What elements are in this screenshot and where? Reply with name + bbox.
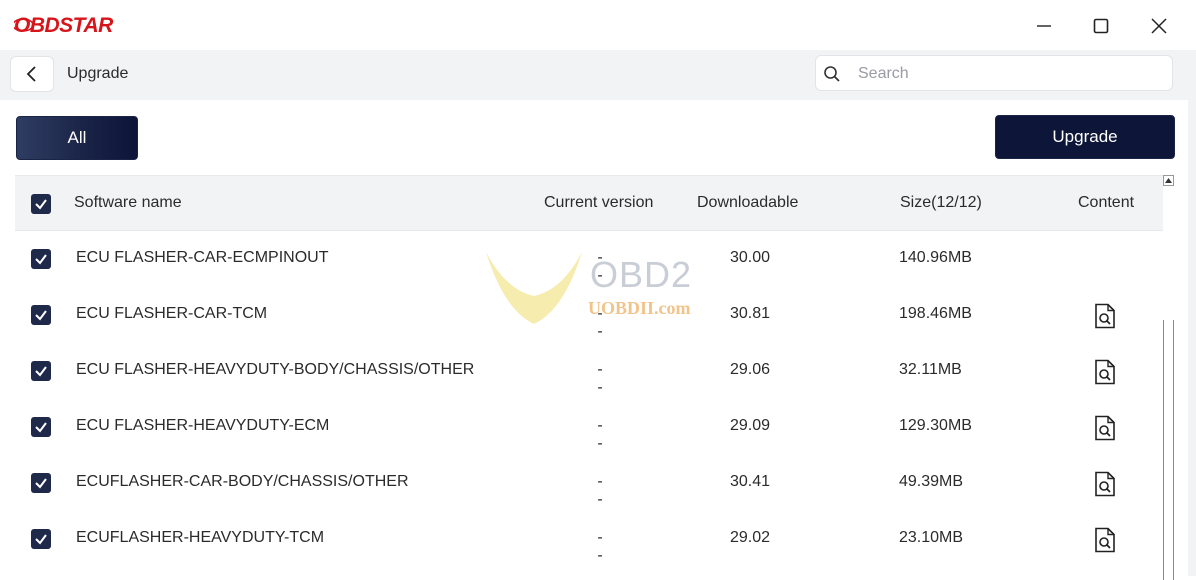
header-software-name: Software name	[74, 194, 182, 211]
current-version: --	[597, 473, 603, 508]
content-button[interactable]	[1094, 527, 1116, 553]
downloadable-version: 30.41	[730, 473, 771, 490]
search-input[interactable]	[856, 62, 1160, 86]
document-search-icon	[1095, 471, 1115, 497]
check-icon	[35, 310, 47, 321]
software-name: ECUFLASHER-HEAVYDUTY-TCM	[76, 529, 325, 546]
chevron-left-icon	[26, 66, 36, 82]
select-all-checkbox[interactable]	[31, 194, 51, 214]
minimize-icon	[1037, 25, 1051, 27]
nav-bar: Upgrade	[0, 50, 1196, 100]
downloadable-version: 29.02	[730, 529, 771, 546]
check-icon	[35, 478, 47, 489]
current-version: --	[597, 305, 603, 340]
content-button[interactable]	[1094, 471, 1116, 497]
all-button[interactable]: All	[16, 116, 138, 160]
software-table: Software name Current version Downloadab…	[15, 175, 1163, 576]
scroll-up-button[interactable]	[1163, 175, 1174, 186]
row-checkbox[interactable]	[31, 529, 51, 549]
maximize-icon	[1093, 18, 1109, 34]
search-icon	[824, 66, 840, 82]
software-name: ECU FLASHER-HEAVYDUTY-BODY/CHASSIS/OTHER	[76, 361, 475, 378]
document-search-icon	[1095, 303, 1115, 329]
row-checkbox[interactable]	[31, 249, 51, 269]
maximize-button[interactable]	[1083, 10, 1119, 42]
table-row[interactable]: ECU FLASHER-CAR-TCM -- 30.81 198.46MB	[15, 287, 1163, 343]
row-checkbox[interactable]	[31, 473, 51, 493]
downloadable-version: 29.06	[730, 361, 771, 378]
table-row[interactable]: ECU FLASHER-HEAVYDUTY-BODY/CHASSIS/OTHER…	[15, 343, 1163, 399]
current-version: --	[597, 249, 603, 284]
downloadable-version: 30.81	[730, 305, 771, 322]
header-size: Size(12/12)	[900, 194, 982, 211]
software-name: ECU FLASHER-CAR-TCM	[76, 305, 268, 322]
svg-text:OBDSTAR: OBDSTAR	[14, 14, 114, 36]
file-size: 198.46MB	[899, 305, 972, 322]
table-row[interactable]: ECU FLASHER-HEAVYDUTY-ECM -- 29.09 129.30MB	[15, 399, 1163, 455]
table-header: Software name Current version Downloadab…	[15, 175, 1163, 231]
table-row[interactable]: ECUFLASHER-HEAVYDUTY-TCM -- 29.02 23.10MB	[15, 511, 1163, 567]
table-row[interactable]: ECUFLASHER-CAR-BODY/CHASSIS/OTHER -- 30.41…	[15, 455, 1163, 511]
obdstar-logo: OBDSTAR	[12, 14, 115, 37]
page-title: Upgrade	[67, 65, 129, 82]
right-edge	[1188, 100, 1196, 576]
check-icon	[35, 254, 47, 265]
header-current-version: Current version	[544, 194, 654, 211]
file-size: 49.39MB	[899, 473, 964, 490]
table-scrollbar[interactable]	[1163, 175, 1175, 580]
current-version: --	[597, 417, 603, 452]
downloadable-version: 29.09	[730, 417, 771, 434]
scroll-thumb[interactable]	[1163, 320, 1174, 580]
file-size: 129.30MB	[899, 417, 972, 434]
software-name: ECU FLASHER-CAR-ECMPINOUT	[76, 249, 329, 266]
minimize-button[interactable]	[1026, 10, 1062, 42]
content-button[interactable]	[1094, 415, 1116, 441]
header-downloadable: Downloadable	[697, 194, 799, 211]
check-icon	[35, 422, 47, 433]
row-checkbox[interactable]	[31, 305, 51, 325]
check-icon	[35, 534, 47, 545]
close-icon	[1151, 18, 1167, 34]
close-button[interactable]	[1141, 10, 1177, 42]
file-size: 140.96MB	[899, 249, 972, 266]
header-content: Content	[1078, 194, 1135, 211]
current-version: --	[597, 361, 603, 396]
check-icon	[35, 366, 47, 377]
software-name: ECU FLASHER-HEAVYDUTY-ECM	[76, 417, 330, 434]
back-button[interactable]	[10, 56, 54, 92]
table-row[interactable]: ECU FLASHER-CAR-ECMPINOUT -- 30.00 140.96MB	[15, 231, 1163, 287]
content-button[interactable]	[1094, 359, 1116, 385]
row-checkbox[interactable]	[31, 361, 51, 381]
row-checkbox[interactable]	[31, 417, 51, 437]
file-size: 32.11MB	[899, 361, 962, 378]
current-version: --	[597, 529, 603, 564]
arrow-up-icon	[1165, 178, 1172, 183]
main-panel: All Upgrade Software name Current versio…	[0, 100, 1196, 576]
document-search-icon	[1095, 415, 1115, 441]
upgrade-button[interactable]: Upgrade	[995, 115, 1175, 159]
title-bar: OBDSTAR	[0, 0, 1196, 50]
content-button[interactable]	[1094, 303, 1116, 329]
check-icon	[35, 199, 47, 210]
app-logo: OBDSTAR	[12, 14, 134, 42]
software-name: ECUFLASHER-CAR-BODY/CHASSIS/OTHER	[76, 473, 409, 490]
document-search-icon	[1095, 359, 1115, 385]
search-box[interactable]	[815, 55, 1173, 91]
file-size: 23.10MB	[899, 529, 964, 546]
document-search-icon	[1095, 527, 1115, 553]
downloadable-version: 30.00	[730, 249, 771, 266]
